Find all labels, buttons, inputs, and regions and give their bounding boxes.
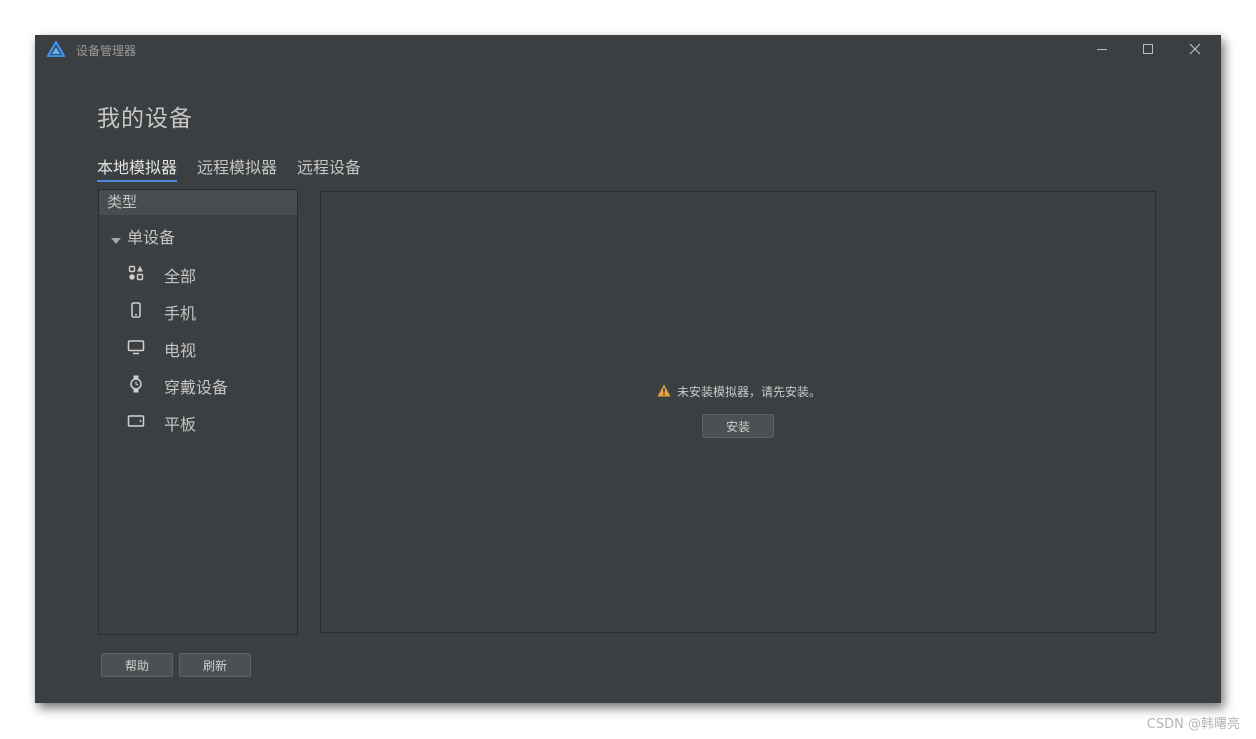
active-tab-indicator [97,180,178,182]
minimize-button[interactable] [1079,35,1125,63]
tree-group-label: 单设备 [127,228,176,247]
grid-icon [127,264,145,282]
no-emulator-warning: 未安装模拟器，请先安装。 [657,382,821,401]
title-bar: 设备管理器 [35,35,1221,63]
help-button[interactable]: 帮助 [101,653,173,677]
app-logo-icon [46,40,66,58]
minimize-icon [1097,49,1107,50]
tv-icon [127,338,145,356]
sidebar-item-wearable[interactable]: 穿戴设备 [99,371,297,399]
phone-icon [127,301,145,319]
install-button[interactable]: 安装 [702,414,774,438]
sidebar-item-tablet[interactable]: 平板 [99,408,297,436]
close-button[interactable] [1172,35,1218,63]
tab-remote-emulator[interactable]: 远程模拟器 [197,154,277,178]
watch-icon [127,375,145,393]
page-title: 我的设备 [97,106,193,132]
sidebar-item-label: 穿戴设备 [164,378,229,397]
sidebar-item-label: 平板 [164,415,197,434]
warning-icon [657,382,671,401]
sidebar-item-phone[interactable]: 手机 [99,297,297,325]
sidebar-header: 类型 [99,190,297,215]
tab-label: 本地模拟器 [97,158,178,177]
tree-group-single-device[interactable]: 单设备 [99,223,297,247]
device-manager-window: 设备管理器 我的设备 本地模拟器 远程模拟器 远程设备 类型 单设备 全部 手机… [35,35,1221,703]
tablet-icon [127,412,145,430]
tab-label: 远程设备 [297,158,362,177]
tab-remote-device[interactable]: 远程设备 [297,154,361,178]
refresh-button[interactable]: 刷新 [179,653,251,677]
tab-local-emulator[interactable]: 本地模拟器 [97,154,178,182]
tab-label: 远程模拟器 [197,158,278,177]
sidebar-item-label: 电视 [164,341,197,360]
device-type-sidebar: 类型 单设备 全部 手机 电视 穿戴设备 平板 [98,189,298,635]
maximize-icon [1143,44,1153,54]
device-list-panel: 未安装模拟器，请先安装。 安装 [320,191,1156,633]
sidebar-item-tv[interactable]: 电视 [99,334,297,362]
expand-arrow-icon[interactable] [111,230,121,249]
sidebar-item-label: 全部 [164,267,197,286]
sidebar-item-all[interactable]: 全部 [99,260,297,288]
close-icon [1189,43,1201,55]
sidebar-item-label: 手机 [164,304,197,323]
maximize-button[interactable] [1125,35,1171,63]
window-title: 设备管理器 [76,44,137,58]
watermark: CSDN @韩曙亮 [1146,717,1240,732]
warning-text: 未安装模拟器，请先安装。 [677,385,822,399]
